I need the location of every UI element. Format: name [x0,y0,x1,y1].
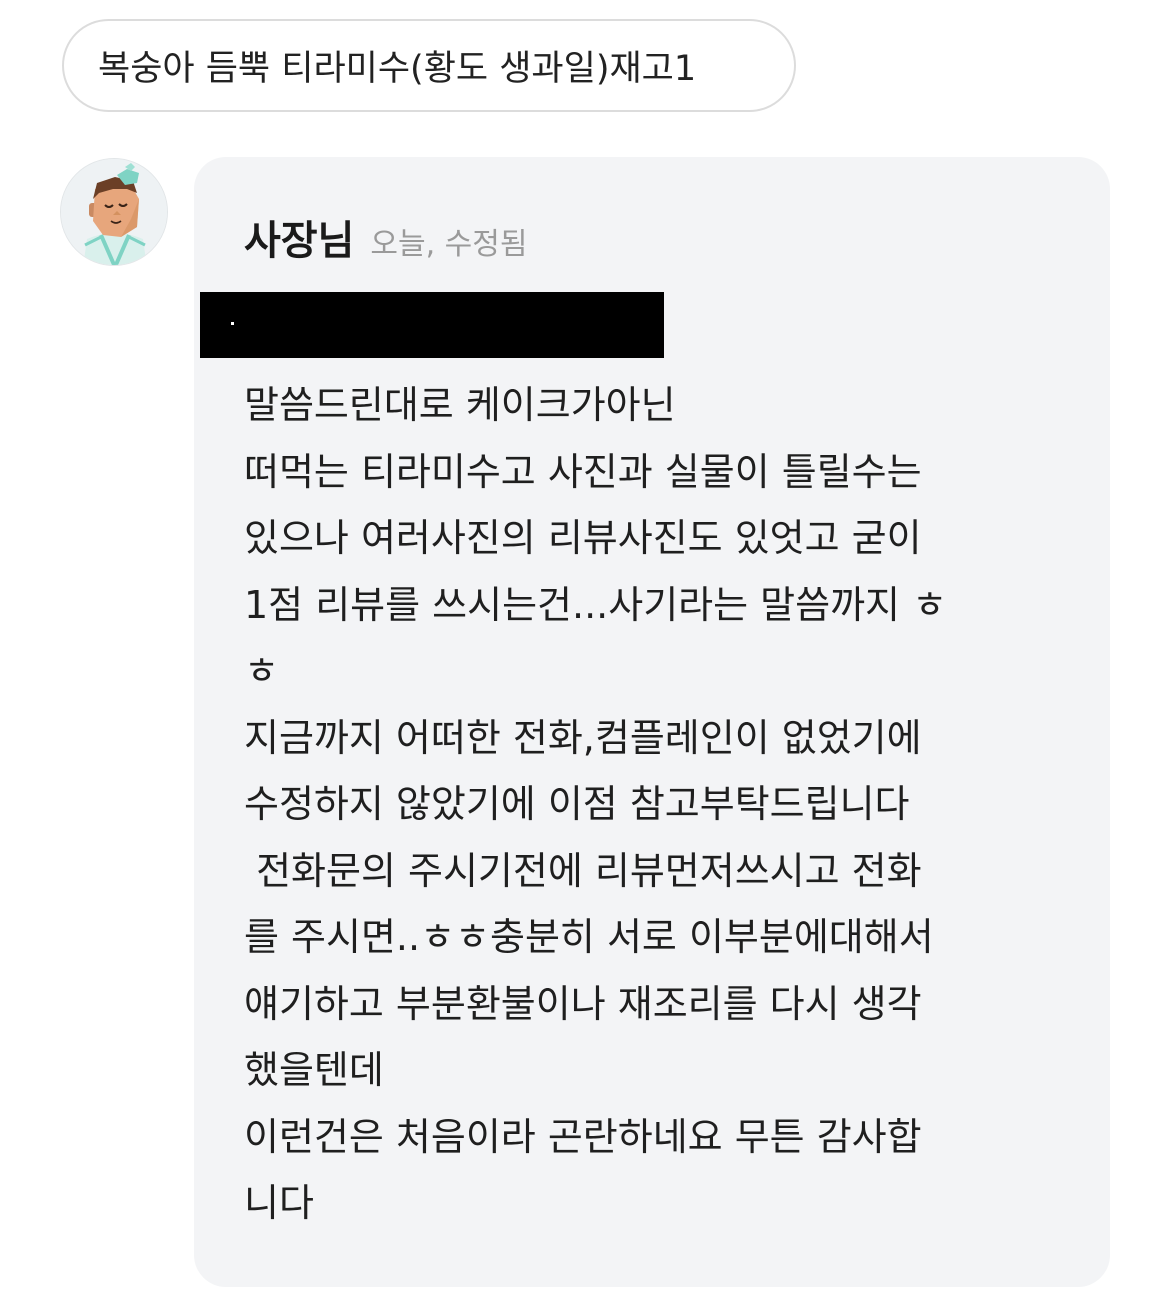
redacted-text-block [200,292,664,358]
reply-line: 말씀드린대로 케이크가아닌 [244,383,676,427]
reply-line: 얘기하고 부분환불이나 재조리를 다시 생각 [244,981,922,1026]
reply-line: 전화문의 주시기전에 리뷰먼저쓰시고 전화 [244,848,922,893]
reply-line: ㅎ [244,649,279,693]
reply-line: 를 주시면..ㅎㅎ충분히 서로 이부분에대해서 [244,915,934,959]
owner-avatar [60,158,168,266]
reply-header: 사장님 오늘, 수정됨 [244,208,527,266]
ordered-menu-label: 복숭아 듬뿍 티라미수(황도 생과일)재고1 [98,49,697,89]
reply-line: 했을텐데 [244,1048,384,1092]
reply-line: 있으나 여러사진의 리뷰사진도 있엇고 굳이 [244,516,922,560]
reply-line: 1점 리뷰를 쓰시는건...사기라는 말씀까지 ㅎ [244,582,948,627]
reply-line: 이런건은 처음이라 곤란하네요 무튼 감사합 [244,1114,922,1159]
reply-line: 니다 [244,1181,314,1225]
chef-avatar-icon [61,159,167,265]
reply-line: 지금까지 어떠한 전화,컴플레인이 없었기에 [244,715,922,760]
reply-line: 떠먹는 티라미수고 사진과 실물이 틀릴수는 [244,449,922,494]
owner-name: 사장님 [244,218,355,264]
reply-text: 말씀드린대로 케이크가아닌 떠먹는 티라미수고 사진과 실물이 틀릴수는 있으나… [244,372,1074,1237]
reply-meta: 오늘, 수정됨 [370,227,528,262]
ordered-menu-chip[interactable]: 복숭아 듬뿍 티라미수(황도 생과일)재고1 [62,19,796,112]
redaction-dot [231,322,234,325]
reply-line: 수정하지 않았기에 이점 참고부탁드립니다 [244,782,910,826]
